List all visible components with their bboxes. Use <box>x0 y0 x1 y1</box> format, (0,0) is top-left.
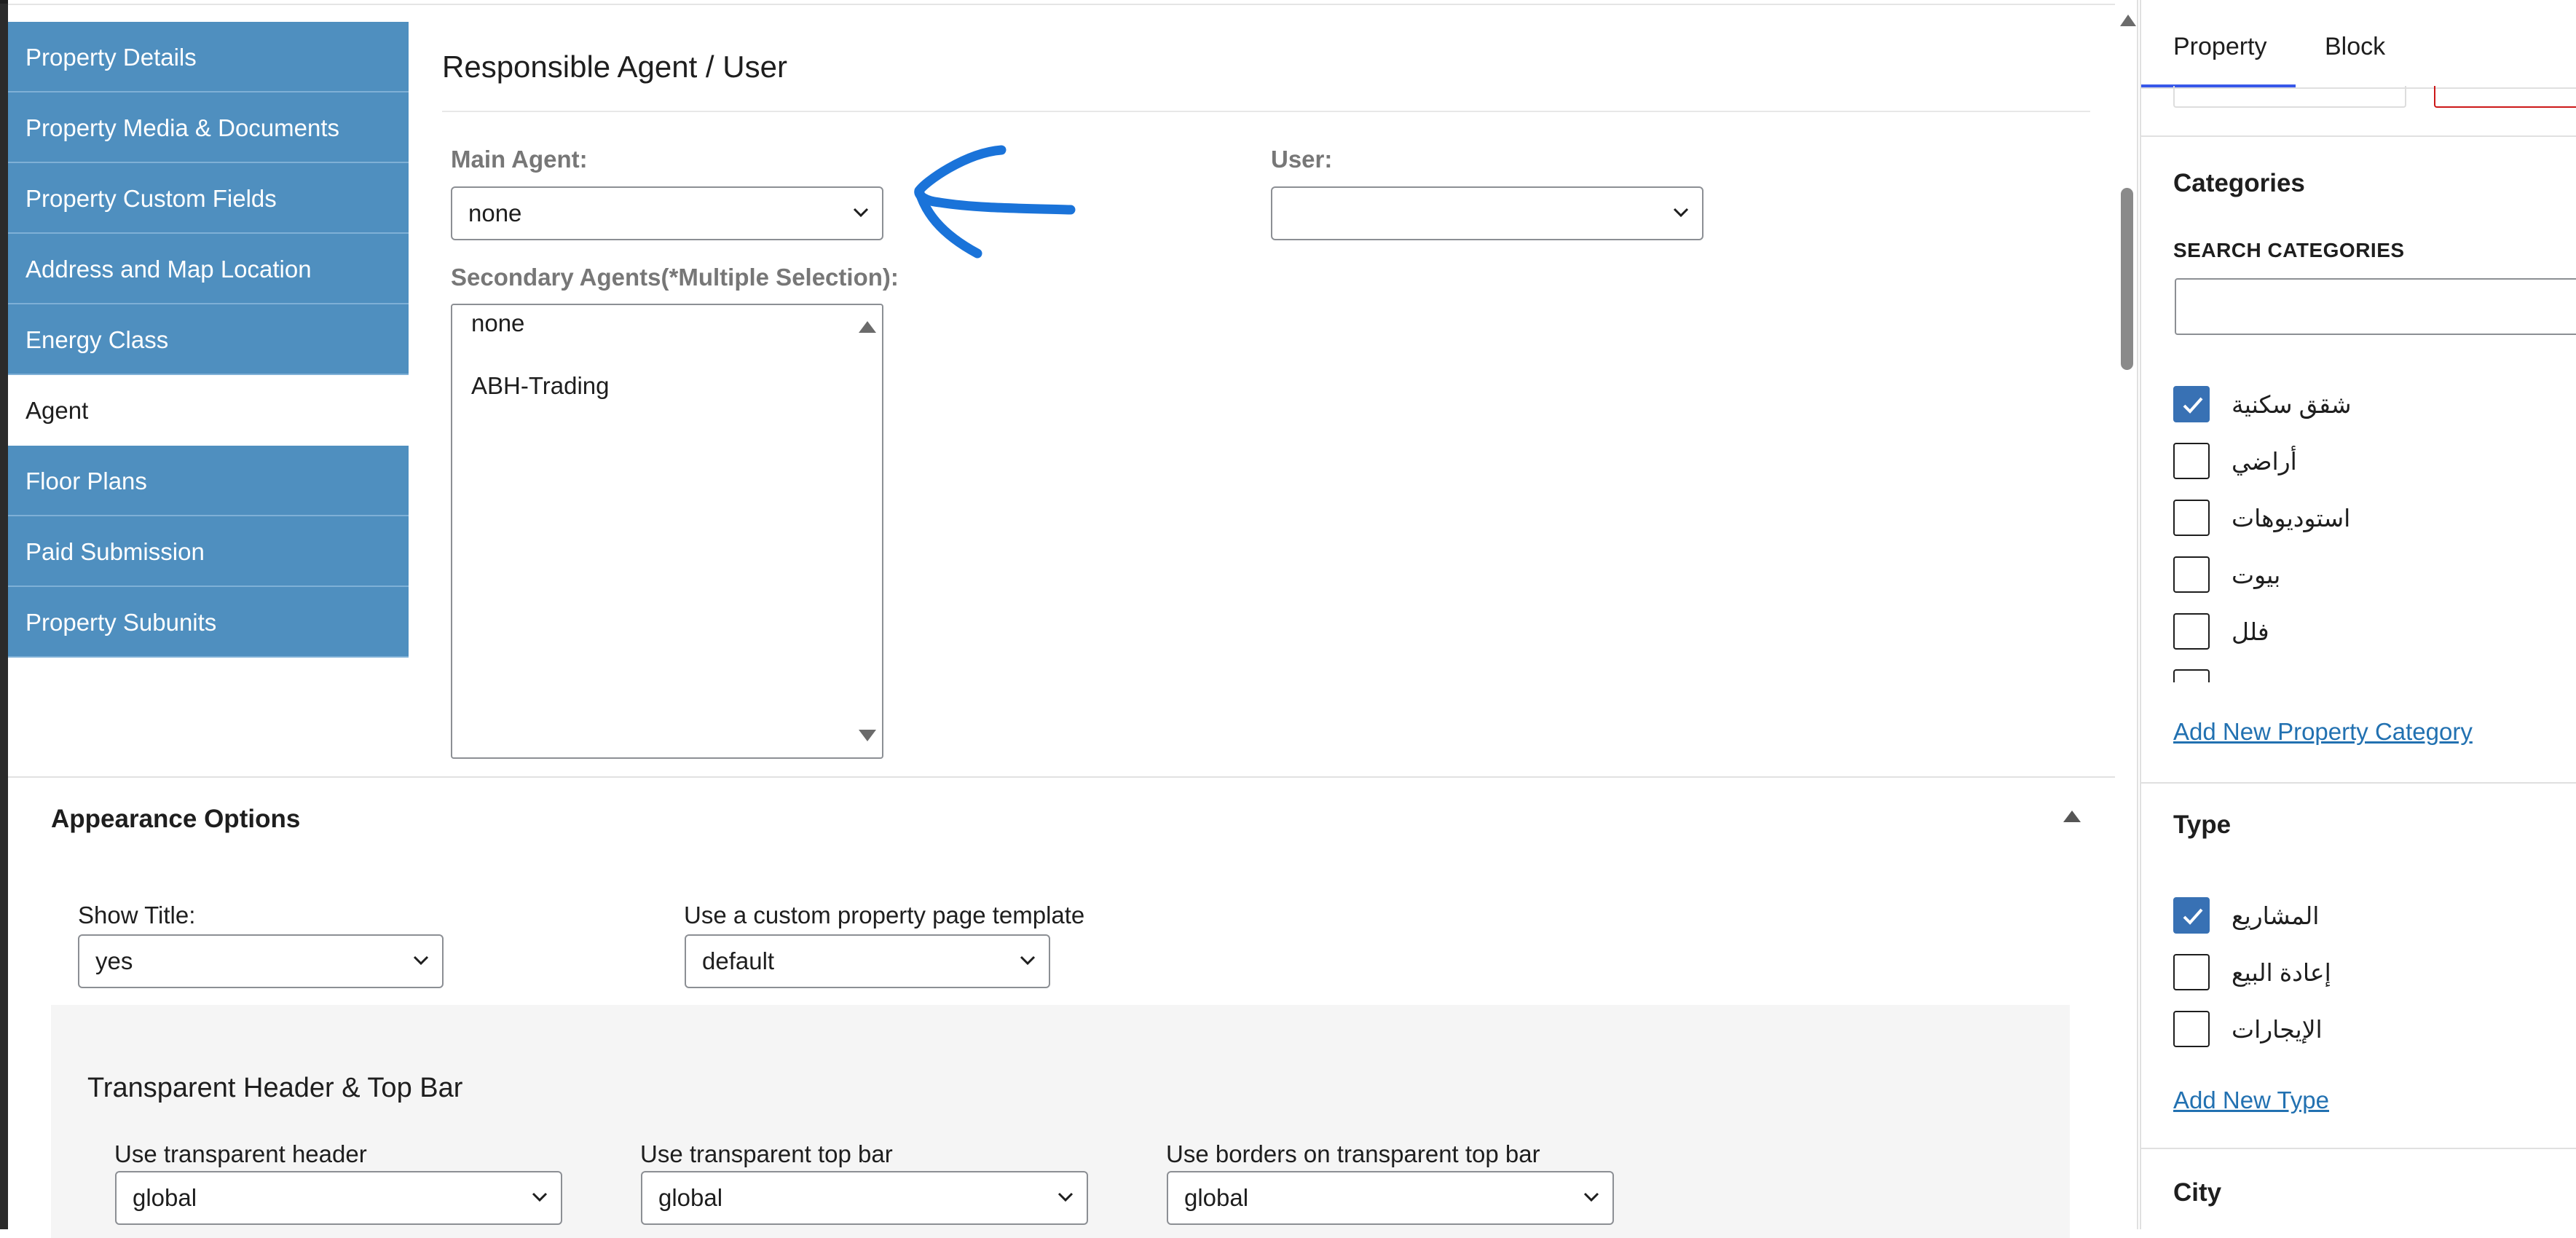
show-title-select[interactable]: yes <box>78 934 444 988</box>
transparent-topbar-label: Use transparent top bar <box>640 1140 893 1167</box>
chevron-down-icon <box>1673 208 1689 218</box>
add-new-category-link[interactable]: Add New Property Category <box>2173 718 2473 746</box>
main-agent-label: Main Agent: <box>451 146 588 173</box>
checkbox[interactable] <box>2173 500 2210 536</box>
chevron-down-icon <box>853 208 869 218</box>
transparent-header-value: global <box>133 1184 197 1211</box>
transparent-topbar-value: global <box>658 1184 723 1211</box>
borders-label: Use borders on transparent top bar <box>1166 1140 1540 1167</box>
scroll-down-icon[interactable] <box>859 730 876 741</box>
checkbox[interactable] <box>2173 954 2210 990</box>
list-option-none[interactable]: none <box>471 310 524 337</box>
type-label: الإيجارات <box>2232 1016 2323 1043</box>
tab-address-map-location[interactable]: Address and Map Location <box>8 234 409 304</box>
add-new-type-link[interactable]: Add New Type <box>2173 1087 2329 1114</box>
checkmark-icon <box>2183 397 2203 414</box>
checkbox[interactable] <box>2173 897 2210 934</box>
section-title: Responsible Agent / User <box>442 50 787 84</box>
transparent-header-label: Use transparent header <box>114 1140 367 1167</box>
tab-property-subunits[interactable]: Property Subunits <box>8 587 409 658</box>
partial-button[interactable] <box>2434 86 2576 108</box>
chevron-down-icon <box>532 1192 548 1202</box>
tab-floor-plans[interactable]: Floor Plans <box>8 446 409 516</box>
secondary-agents-label: Secondary Agents(*Multiple Selection): <box>451 264 899 291</box>
categories-heading: Categories <box>2173 169 2305 197</box>
metabox-tab-list: Property Details Property Media & Docume… <box>8 22 409 658</box>
scroll-up-icon[interactable] <box>859 321 876 333</box>
checkbox[interactable] <box>2173 443 2210 479</box>
appearance-title: Appearance Options <box>51 805 301 833</box>
main-agent-value: none <box>468 200 522 226</box>
transparent-header-title: Transparent Header & Top Bar <box>87 1073 463 1103</box>
chevron-down-icon <box>413 955 429 966</box>
category-item-clipped[interactable] <box>2173 666 2319 682</box>
checkmark-icon <box>2183 908 2203 925</box>
secondary-agents-listbox[interactable]: none ABH-Trading <box>451 304 883 759</box>
tab-property-media-documents[interactable]: Property Media & Documents <box>8 92 409 163</box>
transparent-header-select[interactable]: global <box>115 1171 562 1225</box>
annotation-arrow-icon <box>914 145 1076 259</box>
category-label: أراضي <box>2232 448 2297 475</box>
checkbox[interactable] <box>2173 556 2210 593</box>
user-label: User: <box>1271 146 1333 173</box>
tab-property-custom-fields[interactable]: Property Custom Fields <box>8 163 409 234</box>
scrollbar-thumb[interactable] <box>2121 188 2133 370</box>
borders-value: global <box>1184 1184 1249 1211</box>
section-divider <box>442 111 2090 112</box>
editor-top-border <box>8 4 2115 5</box>
partial-field[interactable] <box>2173 86 2406 108</box>
tab-paid-submission[interactable]: Paid Submission <box>8 516 409 587</box>
list-option-abh-trading[interactable]: ABH-Trading <box>471 372 610 400</box>
show-title-value: yes <box>95 947 133 974</box>
tab-property-details[interactable]: Property Details <box>8 22 409 92</box>
checkbox[interactable] <box>2173 613 2210 650</box>
show-title-label: Show Title: <box>78 902 196 928</box>
checkbox[interactable] <box>2173 386 2210 422</box>
search-categories-input[interactable] <box>2175 278 2576 335</box>
type-heading: Type <box>2173 811 2232 839</box>
template-value: default <box>702 947 775 974</box>
template-label: Use a custom property page template <box>684 902 1085 928</box>
sidebar-tab-block[interactable]: Block <box>2325 0 2427 87</box>
collapse-caret-icon[interactable] <box>2063 811 2081 822</box>
chevron-down-icon <box>1020 955 1036 966</box>
panel-divider <box>2141 782 2576 784</box>
chevron-down-icon <box>1057 1192 1074 1202</box>
city-heading: City <box>2173 1178 2222 1207</box>
user-select[interactable] <box>1271 186 1703 240</box>
tab-energy-class[interactable]: Energy Class <box>8 304 409 375</box>
panel-divider <box>2141 135 2576 137</box>
editor-scrollbar[interactable] <box>2115 0 2138 1229</box>
template-select[interactable]: default <box>685 934 1050 988</box>
search-categories-label: SEARCH CATEGORIES <box>2173 239 2405 261</box>
category-label: شقق سكنية <box>2232 391 2352 418</box>
tab-agent[interactable]: Agent <box>8 375 409 446</box>
transparent-topbar-select[interactable]: global <box>641 1171 1088 1225</box>
checkbox[interactable] <box>2173 1011 2210 1047</box>
appearance-top-border <box>8 776 2115 778</box>
borders-select[interactable]: global <box>1167 1171 1614 1225</box>
chevron-down-icon <box>1583 1192 1599 1202</box>
category-label: فلل <box>2232 618 2269 645</box>
type-label: المشاريع <box>2232 902 2320 929</box>
window-left-edge <box>0 0 8 1229</box>
category-label: بيوت <box>2232 561 2281 588</box>
panel-divider <box>2141 1148 2576 1149</box>
settings-sidebar: Property Block Categories SEARCH CATEGOR… <box>2140 0 2576 1229</box>
type-label: إعادة البيع <box>2232 959 2331 986</box>
sidebar-tab-property[interactable]: Property <box>2141 0 2296 87</box>
scroll-up-icon[interactable] <box>2120 15 2136 26</box>
category-label: استوديوهات <box>2232 505 2351 532</box>
main-agent-select[interactable]: none <box>451 186 883 240</box>
